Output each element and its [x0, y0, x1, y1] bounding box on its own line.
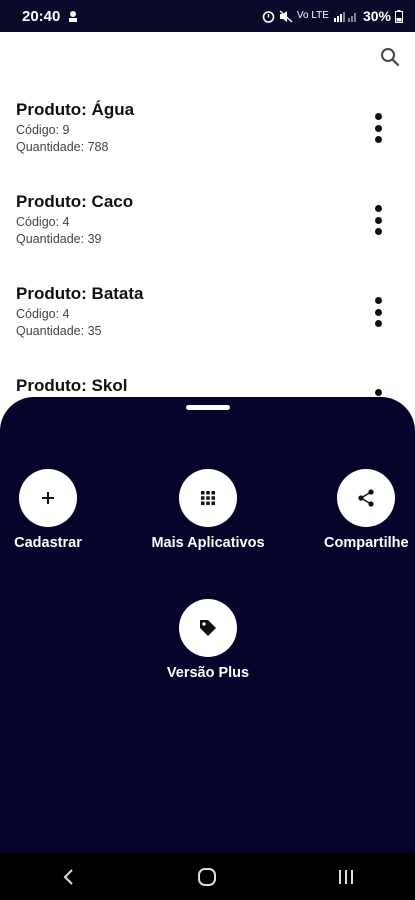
signal-icon: [333, 12, 356, 22]
product-item[interactable]: Produto: Água Código: 9 Quantidade: 788: [16, 100, 406, 180]
product-quantity: Quantidade: 39: [16, 232, 102, 246]
status-bar: 20:40 Vo LTE 30%: [0, 0, 415, 32]
mute-icon: [279, 9, 293, 23]
product-code: Código: 4: [16, 215, 70, 229]
register-button[interactable]: Cadastrar: [0, 469, 118, 551]
share-button[interactable]: Compartilhe: [296, 469, 415, 551]
drag-handle[interactable]: [186, 405, 230, 410]
status-time: 20:40: [22, 7, 61, 25]
battery-percent: 30%: [362, 8, 391, 24]
recents-button[interactable]: [326, 857, 366, 897]
more-apps-button[interactable]: Mais Aplicativos: [138, 469, 278, 551]
share-icon: [358, 489, 374, 507]
product-list: Produto: Água Código: 9 Quantidade: 788 …: [0, 32, 415, 419]
plus-icon: [42, 492, 54, 504]
share-label: Compartilhe: [324, 535, 409, 551]
back-icon: [63, 868, 73, 885]
product-item[interactable]: Produto: Caco Código: 4 Quantidade: 39: [16, 192, 406, 272]
action-circle[interactable]: [19, 469, 77, 527]
apps-grid-icon: [201, 491, 215, 505]
recents-icon: [338, 869, 353, 884]
product-code: Código: 4: [16, 307, 70, 321]
more-options-icon[interactable]: [366, 202, 390, 238]
status-left: 20:40: [22, 8, 80, 25]
home-button[interactable]: [187, 857, 227, 897]
product-code: Código: 9: [16, 123, 70, 137]
battery-icon: [395, 9, 403, 23]
more-options-icon[interactable]: [366, 110, 390, 146]
product-title: Produto: Caco: [16, 192, 134, 211]
register-label: Cadastrar: [14, 535, 82, 551]
alarm-icon: [262, 10, 275, 23]
product-title: Produto: Batata: [16, 284, 144, 303]
usb-debug-icon: [69, 11, 78, 22]
status-right: Vo LTE 30%: [262, 8, 403, 24]
search-button[interactable]: [379, 46, 401, 68]
home-icon: [198, 867, 217, 886]
plus-version-label: Versão Plus: [166, 665, 250, 681]
more-apps-label: Mais Aplicativos: [151, 535, 265, 551]
product-quantity: Quantidade: 35: [16, 324, 102, 338]
action-circle[interactable]: [337, 469, 395, 527]
product-title: Produto: Skol: [16, 376, 128, 395]
product-title: Produto: Água: [16, 100, 135, 119]
plus-version-button[interactable]: Versão Plus: [138, 599, 278, 681]
tag-icon: [200, 620, 216, 636]
product-quantity: Quantidade: 788: [16, 140, 109, 154]
bottom-sheet: Cadastrar Mais Aplicativos Compartilhe V…: [0, 397, 415, 853]
action-circle[interactable]: [179, 599, 237, 657]
back-button[interactable]: [49, 857, 89, 897]
navigation-bar: [0, 853, 415, 900]
action-circle[interactable]: [179, 469, 237, 527]
product-item[interactable]: Produto: Batata Código: 4 Quantidade: 35: [16, 284, 406, 364]
volte-icon: Vo LTE: [296, 10, 329, 21]
search-icon: [381, 48, 400, 67]
more-options-icon[interactable]: [366, 294, 390, 330]
